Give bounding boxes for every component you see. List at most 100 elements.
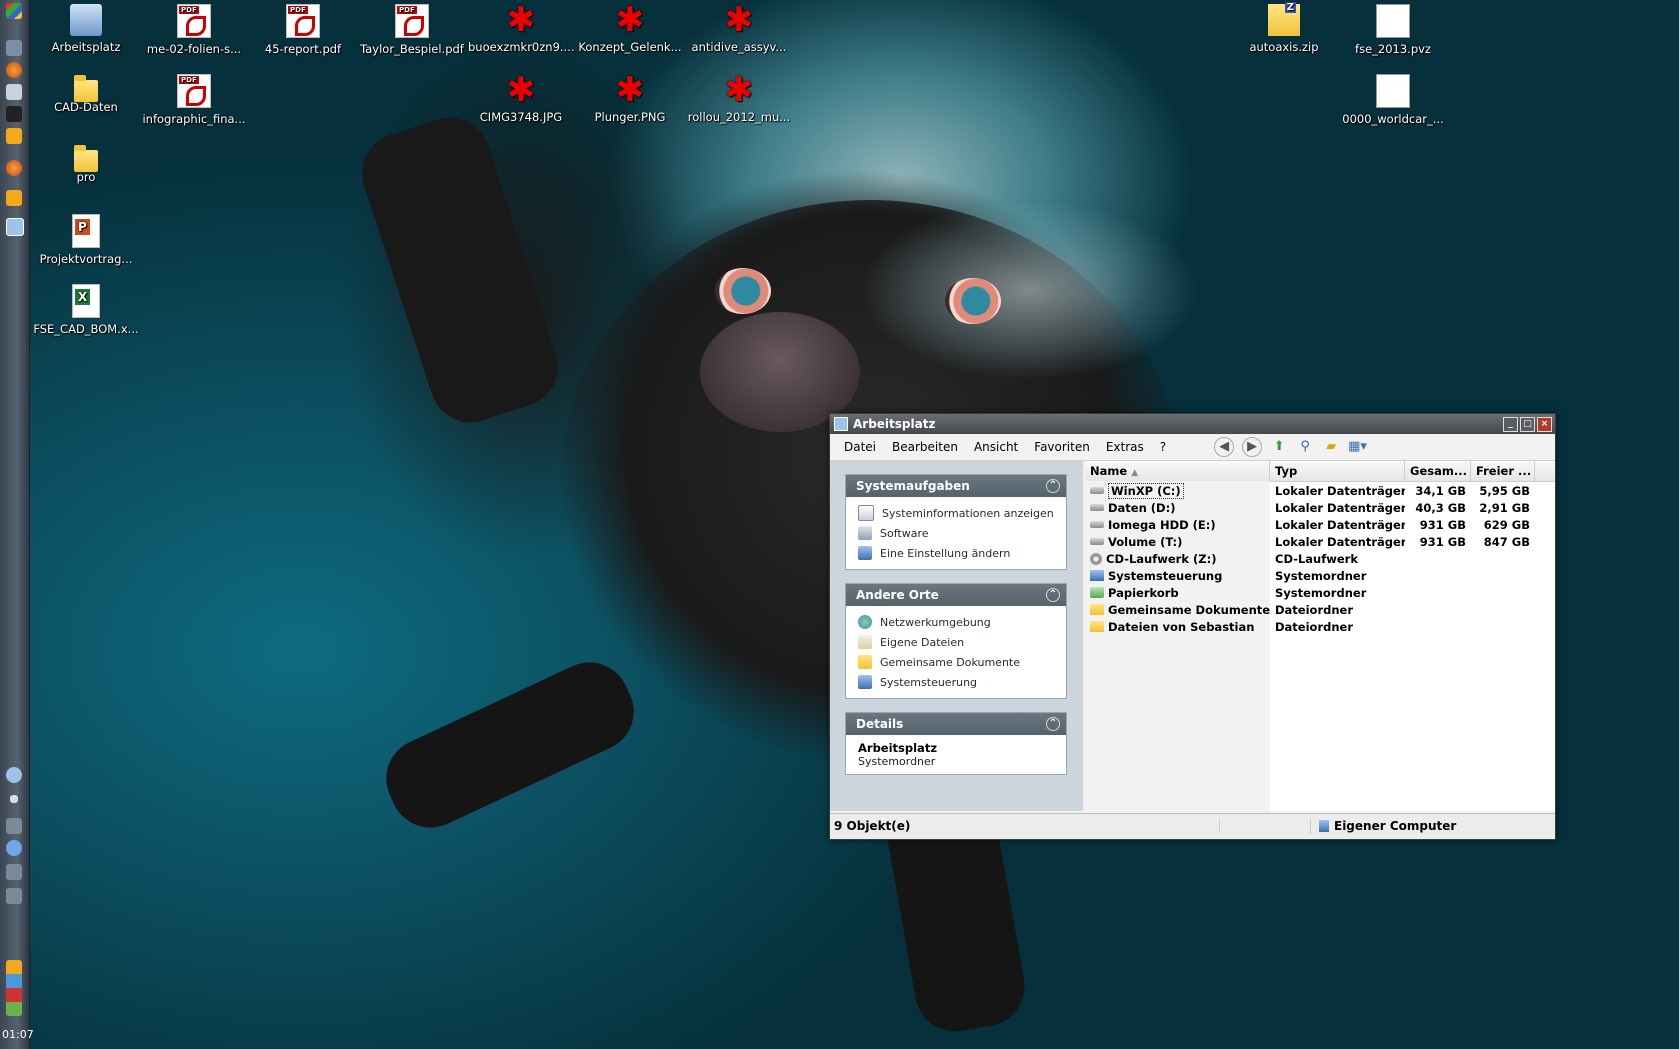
list-item[interactable]: Systemsteuerung Systemordner	[1085, 567, 1555, 584]
start-button-icon[interactable]	[6, 3, 22, 19]
minimize-button[interactable]: _	[1503, 416, 1518, 432]
media-play-icon[interactable]	[6, 767, 22, 783]
chevron-up-icon[interactable]: ⌃	[1046, 588, 1060, 602]
media-prev-icon[interactable]	[6, 818, 22, 834]
list-item[interactable]: WinXP (C:) Lokaler Datenträger 34,1 GB 5…	[1085, 482, 1555, 499]
menu-bearbeiten[interactable]: Bearbeiten	[884, 440, 966, 454]
place-control-panel[interactable]: Systemsteuerung	[858, 672, 1056, 692]
explorer-window[interactable]: Arbeitsplatz _ □ × Datei Bearbeiten Ansi…	[829, 413, 1556, 840]
outlook-icon[interactable]	[6, 128, 22, 144]
search-icon[interactable]: ⚲	[1296, 438, 1314, 456]
list-item[interactable]: Iomega HDD (E:) Lokaler Datenträger 931 …	[1085, 516, 1555, 533]
column-header-name[interactable]: Name ▲	[1085, 461, 1270, 481]
desktop-icon-pdf[interactable]: infographic_fina...	[141, 74, 247, 126]
volume-icon[interactable]	[6, 888, 22, 904]
help-icon[interactable]	[6, 106, 22, 122]
back-arrow-icon[interactable]: ◀	[1214, 437, 1235, 457]
chevron-up-icon[interactable]: ⌃	[1046, 479, 1060, 493]
panel-header[interactable]: Systemaufgaben ⌃	[846, 475, 1066, 497]
desktop-icon-label: Plunger.PNG	[594, 110, 666, 124]
desktop-icon-pdf[interactable]: me-02-folien-s...	[141, 4, 247, 56]
list-item[interactable]: Dateien von Sebastian Dateiordner	[1085, 618, 1555, 635]
folders-icon[interactable]: ▰	[1322, 438, 1340, 456]
menu-extras[interactable]: Extras	[1098, 440, 1152, 454]
desktop-icon-folder[interactable]: pro	[33, 144, 139, 184]
desktop-icon-label: antidive_assyv...	[691, 40, 787, 54]
media-icon[interactable]	[6, 40, 22, 56]
firefox-icon[interactable]	[6, 62, 22, 78]
place-my-documents[interactable]: Eigene Dateien	[858, 632, 1056, 652]
task-change-setting[interactable]: Eine Einstellung ändern	[858, 543, 1056, 563]
desktop-icon-image[interactable]: ✱ rollou_2012_mu...	[686, 73, 792, 124]
desktop-icon-image[interactable]: ✱ Plunger.PNG	[577, 70, 683, 124]
column-header-type[interactable]: Typ	[1270, 461, 1405, 481]
list-item[interactable]: CD-Laufwerk (Z:) CD-Laufwerk	[1085, 550, 1555, 567]
media-next-icon[interactable]	[6, 864, 22, 880]
item-total: 40,3 GB	[1415, 500, 1466, 515]
media-pause-icon[interactable]	[6, 840, 22, 856]
list-item[interactable]: Volume (T:) Lokaler Datenträger 931 GB 8…	[1085, 533, 1555, 550]
task-software[interactable]: Software	[858, 523, 1056, 543]
desktop-icon-pdf[interactable]: Taylor_Bespiel.pdf	[359, 4, 465, 56]
desktop-icon-arbeitsplatz[interactable]: Arbeitsplatz	[33, 4, 139, 54]
pdf-icon	[177, 4, 211, 38]
close-button[interactable]: ×	[1537, 416, 1552, 432]
place-network[interactable]: Netzwerkumgebung	[858, 612, 1056, 632]
computer-icon	[834, 417, 848, 431]
outlook-task-icon[interactable]	[6, 190, 22, 206]
desktop-icon-excel[interactable]: FSE_CAD_BOM.x...	[33, 284, 139, 336]
desktop-icon-file[interactable]: fse_2013.pvz	[1340, 4, 1446, 56]
column-header-free[interactable]: Freier ...	[1471, 461, 1535, 481]
list-item[interactable]: Gemeinsame Dokumente Dateiordner	[1085, 601, 1555, 618]
up-folder-icon[interactable]: ⬆	[1270, 438, 1288, 456]
explorer-task-icon[interactable]	[6, 218, 24, 236]
panel-header[interactable]: Andere Orte ⌃	[846, 584, 1066, 606]
place-shared-documents[interactable]: Gemeinsame Dokumente	[858, 652, 1056, 672]
column-header-total[interactable]: Gesam...	[1405, 461, 1471, 481]
desktop-icon-file[interactable]: 0000_worldcar_...	[1340, 74, 1446, 126]
views-icon[interactable]: ▦▾	[1348, 438, 1367, 456]
menu-datei[interactable]: Datei	[836, 440, 884, 454]
item-type: Dateiordner	[1275, 619, 1354, 634]
menu-ansicht[interactable]: Ansicht	[966, 440, 1026, 454]
desktop-icon-pdf[interactable]: 45-report.pdf	[250, 4, 356, 56]
desktop-icon-image[interactable]: ✱ CIMG3748.JPG	[468, 73, 574, 124]
chevron-up-icon[interactable]: ⌃	[1046, 717, 1060, 731]
task-label: Eine Einstellung ändern	[880, 546, 1011, 560]
list-item[interactable]: Daten (D:) Lokaler Datenträger 40,3 GB 2…	[1085, 499, 1555, 516]
desktop-icon-image[interactable]: ✱ antidive_assyv...	[686, 3, 792, 54]
item-type: Lokaler Datenträger	[1275, 517, 1405, 532]
item-free: 847 GB	[1483, 534, 1530, 549]
recycle-bin-icon	[1090, 587, 1104, 598]
clock: 01:07	[2, 1028, 34, 1041]
desktop-icon-label: pro	[76, 170, 96, 184]
firefox-task-icon[interactable]	[6, 160, 22, 176]
desktop-icon-folder[interactable]: CAD-Daten	[33, 74, 139, 114]
monitor-icon[interactable]	[6, 84, 22, 100]
desktop-icon-image[interactable]: ✱ Konzept_Gelenk...	[577, 3, 683, 54]
menu-favoriten[interactable]: Favoriten	[1026, 440, 1098, 454]
task-pane: Systemaufgaben ⌃ Systeminformationen anz…	[830, 461, 1083, 811]
pdf-icon	[177, 74, 211, 108]
desktop-icon-zip[interactable]: autoaxis.zip	[1231, 2, 1337, 54]
list-item[interactable]: Papierkorb Systemordner	[1085, 584, 1555, 601]
desktop-icon-image[interactable]: ✱ buoexzmkr0zn9....	[468, 3, 575, 54]
image-icon: ✱	[615, 70, 645, 110]
menu-help[interactable]: ?	[1152, 440, 1174, 454]
media-stop-icon[interactable]	[10, 795, 18, 803]
item-name: CD-Laufwerk (Z:)	[1106, 551, 1217, 566]
desktop-icon-label: 0000_worldcar_...	[1342, 112, 1444, 126]
desktop-icon-powerpoint[interactable]: Projektvortrag...	[33, 214, 139, 266]
window-titlebar[interactable]: Arbeitsplatz _ □ ×	[830, 414, 1555, 434]
panel-header[interactable]: Details ⌃	[846, 713, 1066, 735]
item-total: 931 GB	[1419, 534, 1466, 549]
cd-drive-icon	[1090, 552, 1102, 565]
maximize-button[interactable]: □	[1520, 416, 1535, 432]
folder-icon	[74, 145, 98, 172]
desktop-icon-label: 45-report.pdf	[264, 42, 342, 56]
task-system-info[interactable]: Systeminformationen anzeigen	[858, 503, 1056, 523]
panel-title: Andere Orte	[856, 588, 939, 602]
sort-arrow-icon: ▲	[1131, 468, 1139, 478]
forward-arrow-icon[interactable]: ▶	[1242, 437, 1263, 457]
tray-icons[interactable]	[6, 960, 22, 1016]
